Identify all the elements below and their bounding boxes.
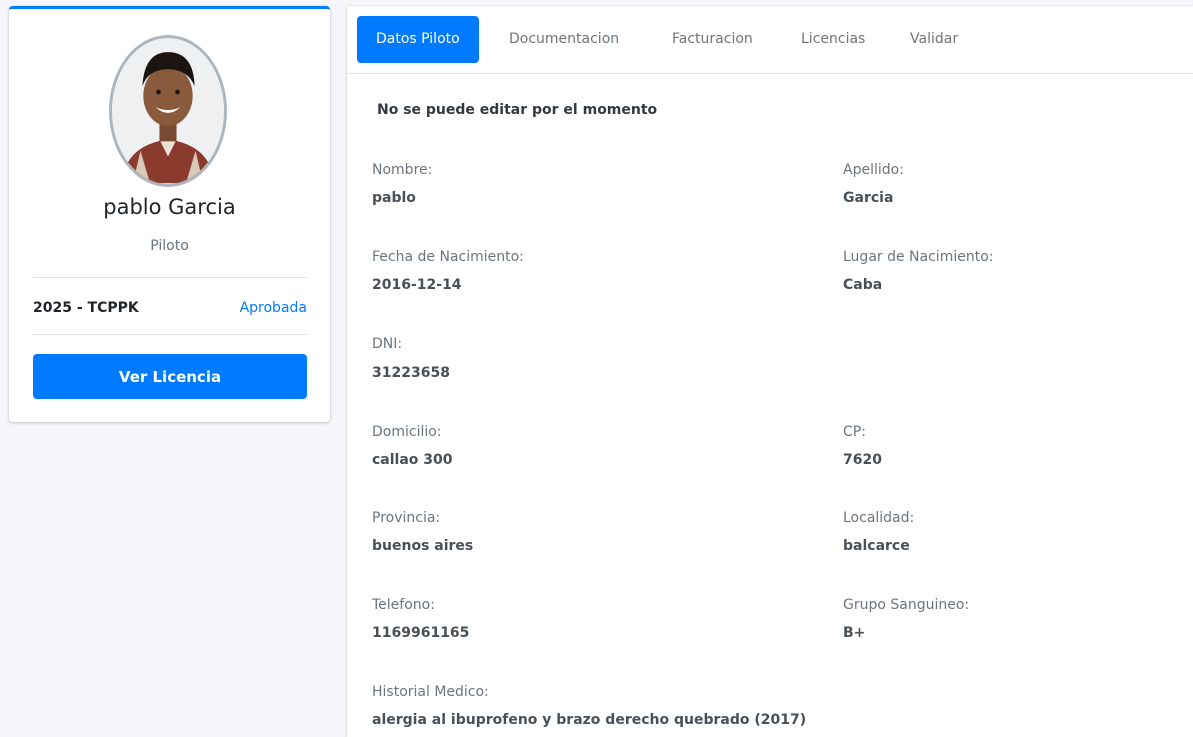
tab-facturacion[interactable]: Facturacion <box>653 16 772 63</box>
view-license-button[interactable]: Ver Licencia <box>33 354 307 399</box>
telefono-value: 1169961165 <box>372 625 470 641</box>
historial-medico-value: alergia al ibuprofeno y brazo derecho qu… <box>372 712 807 728</box>
edit-disabled-notice: No se puede editar por el momento <box>377 102 658 118</box>
domicilio-value: callao 300 <box>372 452 453 468</box>
domicilio-label: Domicilio: <box>372 424 442 440</box>
tab-licencias[interactable]: Licencias <box>782 16 884 63</box>
divider <box>33 277 307 278</box>
provincia-label: Provincia: <box>372 510 441 526</box>
tab-documentacion[interactable]: Documentacion <box>490 16 638 63</box>
tab-datos-piloto[interactable]: Datos Piloto <box>357 16 479 63</box>
telefono-label: Telefono: <box>372 597 435 613</box>
profile-card: pablo Garcia Piloto 2025 - TCPPK Aprobad… <box>9 6 330 422</box>
license-code: 2025 - TCPPK <box>33 300 139 316</box>
grupo-sanguineo-value: B+ <box>843 625 866 641</box>
avatar-photo-icon <box>112 38 224 184</box>
avatar <box>109 35 227 187</box>
pilot-data-panel: Datos Piloto Documentacion Facturacion L… <box>347 6 1193 737</box>
localidad-value: balcarce <box>843 538 910 554</box>
license-row: 2025 - TCPPK Aprobada <box>33 297 307 319</box>
tab-validar[interactable]: Validar <box>891 16 977 63</box>
apellido-value: Garcia <box>843 190 894 206</box>
provincia-value: buenos aires <box>372 538 474 554</box>
nombre-label: Nombre: <box>372 162 433 178</box>
grupo-sanguineo-label: Grupo Sanguineo: <box>843 597 970 613</box>
tab-bar: Datos Piloto Documentacion Facturacion L… <box>347 6 1193 74</box>
nombre-value: pablo <box>372 190 416 206</box>
lugar-nacimiento-label: Lugar de Nacimiento: <box>843 249 994 265</box>
lugar-nacimiento-value: Caba <box>843 277 883 293</box>
historial-medico-label: Historial Medico: <box>372 684 489 700</box>
profile-role: Piloto <box>150 238 189 254</box>
fecha-nacimiento-value: 2016-12-14 <box>372 277 462 293</box>
localidad-label: Localidad: <box>843 510 915 526</box>
profile-name: pablo Garcia <box>103 195 236 219</box>
apellido-label: Apellido: <box>843 162 904 178</box>
dni-value: 31223658 <box>372 365 450 381</box>
license-status-link[interactable]: Aprobada <box>240 300 307 316</box>
divider <box>33 334 307 335</box>
dni-label: DNI: <box>372 336 403 352</box>
fecha-nacimiento-label: Fecha de Nacimiento: <box>372 249 524 265</box>
cp-label: CP: <box>843 424 866 440</box>
cp-value: 7620 <box>843 452 882 468</box>
